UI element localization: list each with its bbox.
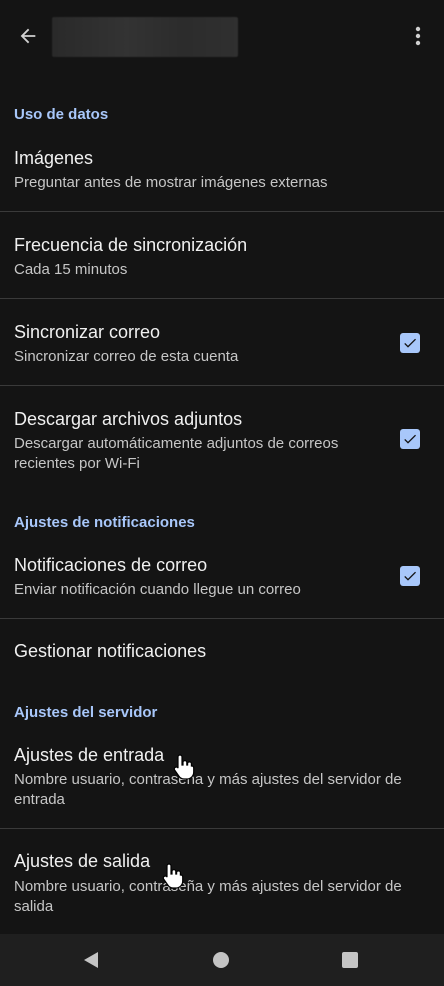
- divider: [0, 618, 444, 619]
- nav-recents-button[interactable]: [336, 946, 364, 974]
- hand-cursor-icon: [162, 863, 184, 889]
- setting-title: Gestionar notificaciones: [14, 641, 207, 661]
- setting-outgoing[interactable]: Ajustes de salida Nombre usuario, contra…: [0, 844, 444, 932]
- setting-title: Ajustes de entrada: [14, 745, 165, 765]
- setting-subtitle-line1: Descargar automáticamente adjuntos de co…: [14, 435, 339, 452]
- setting-subtitle: Preguntar antes de mostrar imágenes exte…: [14, 174, 328, 191]
- setting-title: Frecuencia de sincronización: [14, 235, 248, 255]
- nav-back-button[interactable]: [77, 946, 105, 974]
- hand-cursor-icon: [173, 754, 195, 780]
- top-app-bar: [0, 0, 444, 70]
- more-vert-icon: [415, 26, 421, 46]
- setting-subtitle: Cada 15 minutos: [14, 261, 128, 278]
- setting-incoming[interactable]: Ajustes de entrada Nombre usuario, contr…: [0, 737, 444, 827]
- setting-title: Sincronizar correo: [14, 322, 161, 342]
- blurred-account-name: [52, 17, 238, 57]
- mail-notifications-checkbox[interactable]: [400, 566, 420, 586]
- setting-mail-notifications[interactable]: Notificaciones de correo Enviar notifica…: [0, 547, 444, 619]
- overflow-menu-button[interactable]: [406, 20, 430, 52]
- setting-title: Imágenes: [14, 148, 94, 168]
- divider: [0, 385, 444, 386]
- setting-subtitle-line2: recientes por Wi-Fi: [14, 455, 140, 472]
- section-header-notifications: Ajustes de notificaciones: [14, 514, 195, 531]
- setting-manage-notifications[interactable]: Gestionar notificaciones: [0, 634, 444, 684]
- setting-title: Notificaciones de correo: [14, 555, 208, 575]
- check-icon: [404, 571, 416, 581]
- section-header-data-usage: Uso de datos: [14, 106, 109, 123]
- setting-subtitle-line1: Nombre usuario, contraseña y más ajustes…: [14, 878, 402, 895]
- divider: [0, 211, 444, 212]
- section-header-server: Ajustes del servidor: [14, 704, 158, 721]
- setting-sync-mail[interactable]: Sincronizar correo Sincronizar correo de…: [0, 314, 444, 386]
- setting-subtitle: Enviar notificación cuando llegue un cor…: [14, 581, 301, 598]
- nav-back-triangle-icon: [84, 952, 98, 968]
- setting-subtitle-line1: Nombre usuario, contraseña y más ajustes…: [14, 771, 402, 788]
- setting-title: Descargar archivos adjuntos: [14, 409, 243, 429]
- nav-home-button[interactable]: [207, 946, 235, 974]
- setting-title: Ajustes de salida: [14, 851, 151, 871]
- nav-home-circle-icon: [213, 952, 229, 968]
- setting-subtitle: Sincronizar correo de esta cuenta: [14, 348, 239, 365]
- check-icon: [404, 338, 416, 348]
- setting-images[interactable]: Imágenes Preguntar antes de mostrar imág…: [0, 140, 444, 212]
- arrow-left-icon: [20, 28, 36, 44]
- sync-mail-checkbox[interactable]: [400, 333, 420, 353]
- setting-subtitle-line2: salida: [14, 898, 54, 915]
- system-navigation-bar: [0, 934, 444, 986]
- setting-download-attachments[interactable]: Descargar archivos adjuntos Descargar au…: [0, 401, 444, 481]
- divider: [0, 828, 444, 829]
- nav-recents-square-icon: [342, 952, 358, 968]
- check-icon: [404, 434, 416, 444]
- setting-sync-frequency[interactable]: Frecuencia de sincronización Cada 15 min…: [0, 227, 444, 299]
- download-attachments-checkbox[interactable]: [400, 429, 420, 449]
- back-button[interactable]: [12, 20, 44, 52]
- divider: [0, 298, 444, 299]
- setting-subtitle-line2: entrada: [14, 791, 65, 808]
